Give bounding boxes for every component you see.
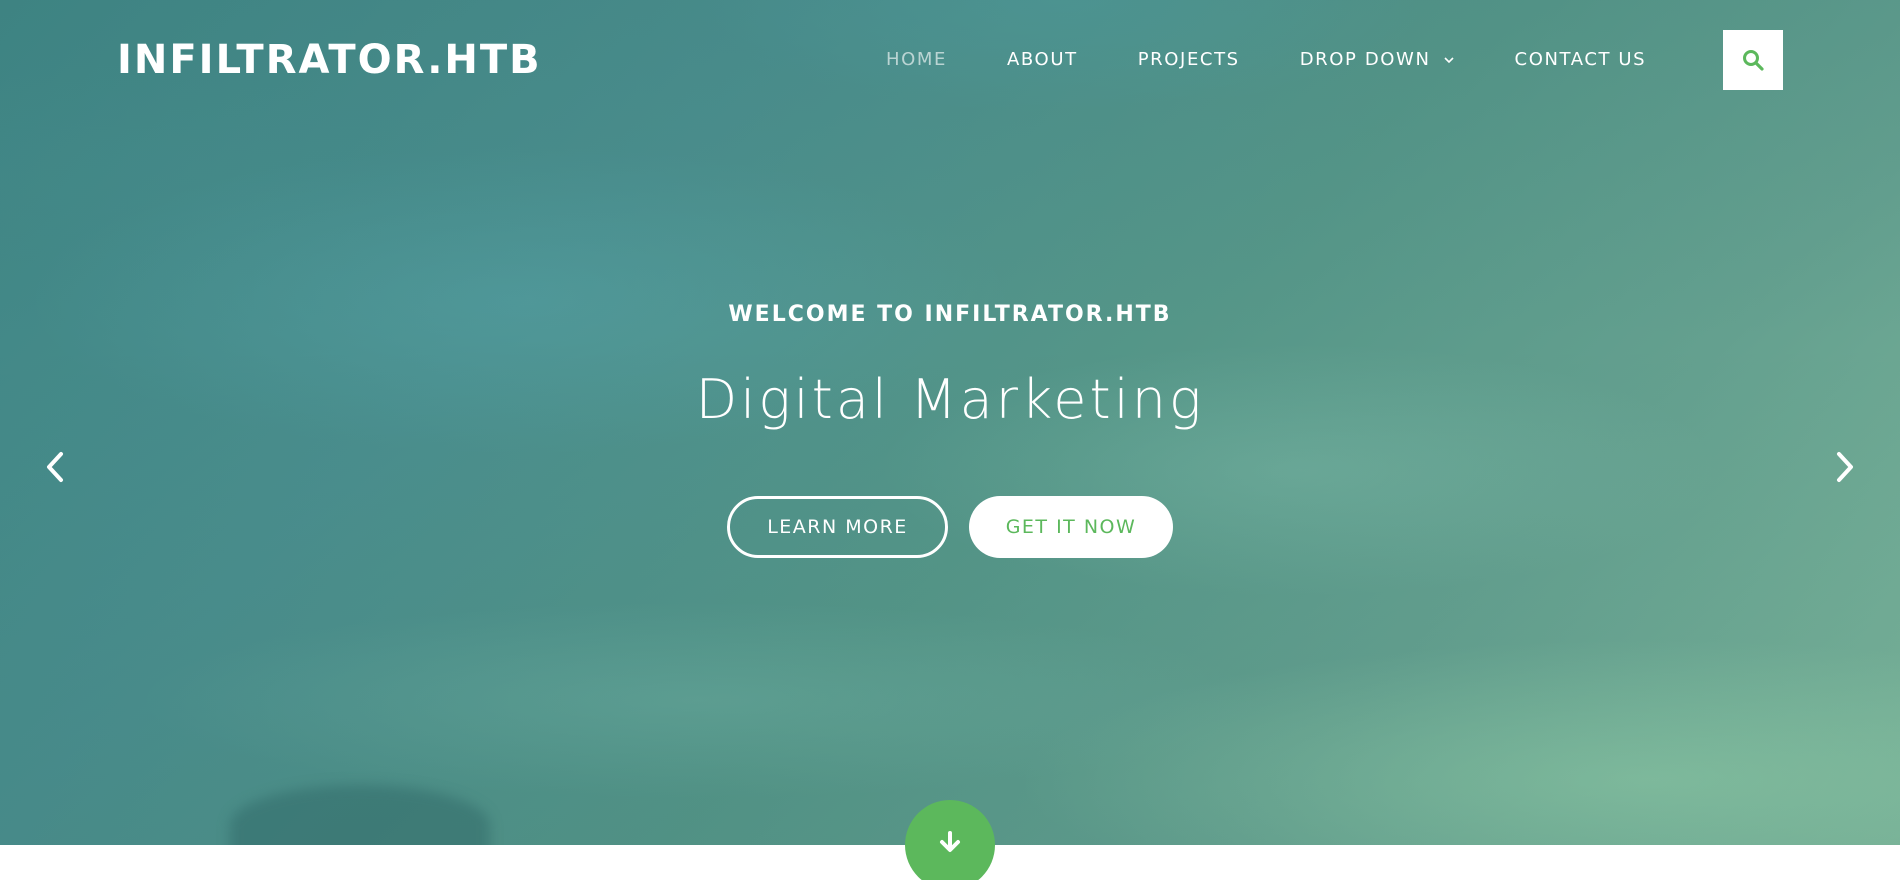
hero-headline: Digital Marketing [695, 368, 1205, 431]
slider-prev-button[interactable] [40, 449, 70, 485]
arrow-down-icon [940, 831, 960, 852]
site-logo[interactable]: INFILTRATOR.HTB [117, 34, 542, 86]
hero-welcome-text: WELCOME TO INFILTRATOR.HTB [728, 302, 1172, 327]
page: INFILTRATOR.HTB HOME ABOUT PROJECTS DROP… [0, 0, 1900, 880]
get-it-now-button[interactable]: GET IT NOW [969, 496, 1173, 558]
nav-item-projects[interactable]: PROJECTS [1138, 47, 1240, 73]
nav-item-home[interactable]: HOME [886, 47, 947, 73]
chevron-right-icon [1837, 452, 1853, 482]
nav-item-label: CONTACT US [1514, 49, 1647, 70]
scroll-down-button[interactable] [905, 800, 995, 880]
chevron-left-icon [47, 452, 63, 482]
learn-more-button[interactable]: LEARN MORE [727, 496, 948, 558]
nav-item-label: ABOUT [1007, 49, 1078, 70]
nav-item-drop-down[interactable]: DROP DOWN [1300, 47, 1455, 73]
slider-next-button[interactable] [1830, 449, 1860, 485]
nav-item-contact-us[interactable]: CONTACT US [1515, 47, 1647, 73]
background-hill [230, 785, 490, 845]
nav-item-label: HOME [886, 49, 948, 70]
search-icon [1743, 50, 1764, 71]
nav-item-about[interactable]: ABOUT [1007, 47, 1078, 73]
search-button[interactable] [1723, 30, 1783, 90]
main-nav: HOME ABOUT PROJECTS DROP DOWN CONTACT US [886, 47, 1646, 73]
nav-item-label: DROP DOWN [1299, 49, 1431, 70]
chevron-down-icon [1443, 57, 1454, 64]
nav-item-label: PROJECTS [1137, 49, 1240, 70]
